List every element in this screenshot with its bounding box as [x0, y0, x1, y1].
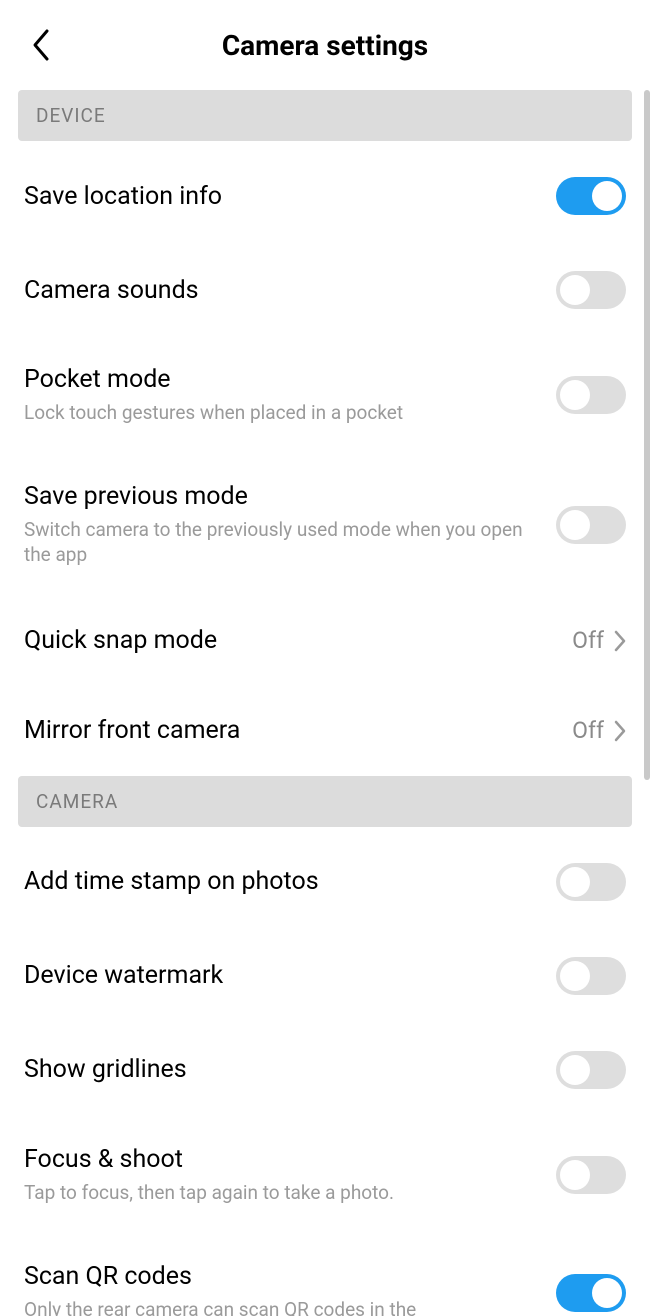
- row-title: Pocket mode: [24, 365, 540, 394]
- toggle-save-location[interactable]: [556, 177, 626, 215]
- header: Camera settings: [0, 0, 650, 90]
- row-value: Off: [572, 627, 604, 654]
- row-save-previous-mode[interactable]: Save previous mode Switch camera to the …: [18, 454, 632, 596]
- row-desc: Tap to focus, then tap again to take a p…: [24, 1180, 540, 1206]
- row-title: Show gridlines: [24, 1055, 540, 1084]
- row-title: Scan QR codes: [24, 1262, 540, 1291]
- row-title: Save location info: [24, 182, 540, 211]
- row-focus-shoot[interactable]: Focus & shoot Tap to focus, then tap aga…: [18, 1117, 632, 1234]
- row-title: Device watermark: [24, 961, 540, 990]
- scrollbar-thumb[interactable]: [644, 90, 650, 780]
- row-mirror-front-camera[interactable]: Mirror front camera Off: [18, 686, 632, 776]
- chevron-left-icon: [29, 27, 51, 63]
- row-desc: Lock touch gestures when placed in a poc…: [24, 400, 540, 426]
- row-pocket-mode[interactable]: Pocket mode Lock touch gestures when pla…: [18, 337, 632, 454]
- toggle-camera-sounds[interactable]: [556, 271, 626, 309]
- row-desc: Switch camera to the previously used mod…: [24, 517, 540, 568]
- row-show-gridlines[interactable]: Show gridlines: [18, 1023, 632, 1117]
- row-title: Add time stamp on photos: [24, 867, 540, 896]
- row-save-location[interactable]: Save location info: [18, 149, 632, 243]
- page-title: Camera settings: [60, 29, 590, 62]
- toggle-device-watermark[interactable]: [556, 957, 626, 995]
- toggle-pocket-mode[interactable]: [556, 376, 626, 414]
- row-quick-snap-mode[interactable]: Quick snap mode Off: [18, 596, 632, 686]
- toggle-show-gridlines[interactable]: [556, 1051, 626, 1089]
- section-header-device: DEVICE: [18, 90, 632, 141]
- row-title: Quick snap mode: [24, 626, 556, 655]
- settings-list: DEVICE Save location info Camera sounds …: [0, 90, 650, 1316]
- toggle-scan-qr[interactable]: [556, 1274, 626, 1312]
- section-header-camera: CAMERA: [18, 776, 632, 827]
- chevron-right-icon: [614, 720, 626, 742]
- row-title: Save previous mode: [24, 482, 540, 511]
- row-scan-qr[interactable]: Scan QR codes Only the rear camera can s…: [18, 1234, 632, 1316]
- back-button[interactable]: [20, 25, 60, 65]
- row-desc: Only the rear camera can scan QR codes i…: [24, 1297, 540, 1316]
- row-value: Off: [572, 717, 604, 744]
- chevron-right-icon: [614, 630, 626, 652]
- row-title: Mirror front camera: [24, 716, 556, 745]
- row-title: Camera sounds: [24, 276, 540, 305]
- row-device-watermark[interactable]: Device watermark: [18, 929, 632, 1023]
- row-title: Focus & shoot: [24, 1145, 540, 1174]
- scrollbar[interactable]: [642, 90, 650, 1316]
- row-camera-sounds[interactable]: Camera sounds: [18, 243, 632, 337]
- toggle-save-previous-mode[interactable]: [556, 506, 626, 544]
- toggle-focus-shoot[interactable]: [556, 1156, 626, 1194]
- row-timestamp[interactable]: Add time stamp on photos: [18, 835, 632, 929]
- toggle-timestamp[interactable]: [556, 863, 626, 901]
